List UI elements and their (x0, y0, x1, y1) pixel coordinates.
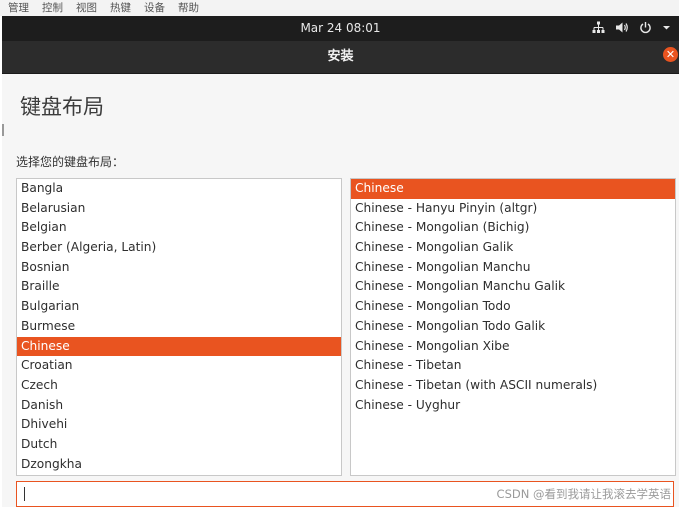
clock[interactable]: Mar 24 08:01 (2, 21, 679, 36)
layout-item[interactable]: Czech (17, 376, 341, 396)
host-menu-control[interactable]: 控制 (42, 1, 63, 15)
top-panel: Mar 24 08:01 (2, 16, 679, 41)
volume-icon[interactable] (615, 21, 629, 34)
host-menu-devices[interactable]: 设备 (144, 1, 165, 15)
host-menubar: 管理 控制 视图 热键 设备 帮助 (0, 0, 679, 16)
variant-item[interactable]: Chinese - Tibetan (351, 356, 675, 376)
layout-prompt: 选择您的键盘布局： (16, 155, 125, 169)
layout-item[interactable]: Bosnian (17, 258, 341, 278)
text-caret (24, 487, 25, 501)
variant-item[interactable]: Chinese - Hanyu Pinyin (altgr) (351, 199, 675, 219)
close-button[interactable]: ✕ (663, 47, 678, 62)
layout-item[interactable]: Dzongkha (17, 455, 341, 475)
layout-item[interactable]: Belarusian (17, 199, 341, 219)
installer-headerbar: 安装 ✕ (2, 41, 679, 74)
variant-item[interactable]: Chinese - Mongolian Xibe (351, 337, 675, 357)
page-title: 键盘布局 (20, 95, 104, 119)
variant-item[interactable]: Chinese - Mongolian Galik (351, 238, 675, 258)
layout-item[interactable]: Braille (17, 277, 341, 297)
layout-item[interactable]: Berber (Algeria, Latin) (17, 238, 341, 258)
installer-content: 键盘布局 选择您的键盘布局： Bangla Belarusian Belgian… (2, 74, 679, 507)
chevron-down-icon[interactable] (662, 21, 671, 34)
variant-item[interactable]: Chinese - Mongolian Todo Galik (351, 317, 675, 337)
layout-item[interactable]: Belgian (17, 218, 341, 238)
variant-item[interactable]: Chinese - Mongolian Manchu Galik (351, 277, 675, 297)
layout-list[interactable]: Bangla Belarusian Belgian Berber (Algeri… (16, 178, 342, 476)
layout-item[interactable]: Croatian (17, 356, 341, 376)
variant-item[interactable]: Chinese - Mongolian Manchu (351, 258, 675, 278)
variant-list[interactable]: Chinese Chinese - Hanyu Pinyin (altgr) C… (350, 178, 676, 476)
host-menu-help[interactable]: 帮助 (178, 1, 199, 15)
close-icon: ✕ (665, 48, 676, 61)
window-title: 安装 (327, 49, 354, 64)
variant-item[interactable]: Chinese - Mongolian Todo (351, 297, 675, 317)
window-edge-mark (2, 124, 4, 136)
variant-item[interactable]: Chinese - Uyghur (351, 396, 675, 416)
layout-item[interactable]: Bangla (17, 179, 341, 199)
watermark: CSDN @看到我请让我滚去学英语 (496, 487, 671, 501)
network-icon[interactable] (592, 21, 605, 34)
layout-item-selected[interactable]: Chinese (17, 336, 341, 357)
layout-item[interactable]: Bulgarian (17, 297, 341, 317)
system-tray[interactable] (592, 21, 671, 34)
host-menu-view[interactable]: 视图 (76, 1, 97, 15)
variant-item-selected[interactable]: Chinese (351, 179, 675, 199)
host-menu-manage[interactable]: 管理 (8, 1, 29, 15)
host-menu-hotkeys[interactable]: 热键 (110, 1, 131, 15)
layout-item[interactable]: Danish (17, 396, 341, 416)
layout-item[interactable]: Dutch (17, 435, 341, 455)
layout-item[interactable]: Dhivehi (17, 415, 341, 435)
host-menu: 管理 控制 视图 热键 设备 帮助 (8, 1, 199, 15)
layout-item[interactable]: Burmese (17, 317, 341, 337)
power-icon[interactable] (639, 21, 652, 34)
variant-item[interactable]: Chinese - Mongolian (Bichig) (351, 218, 675, 238)
variant-item[interactable]: Chinese - Tibetan (with ASCII numerals) (351, 376, 675, 396)
